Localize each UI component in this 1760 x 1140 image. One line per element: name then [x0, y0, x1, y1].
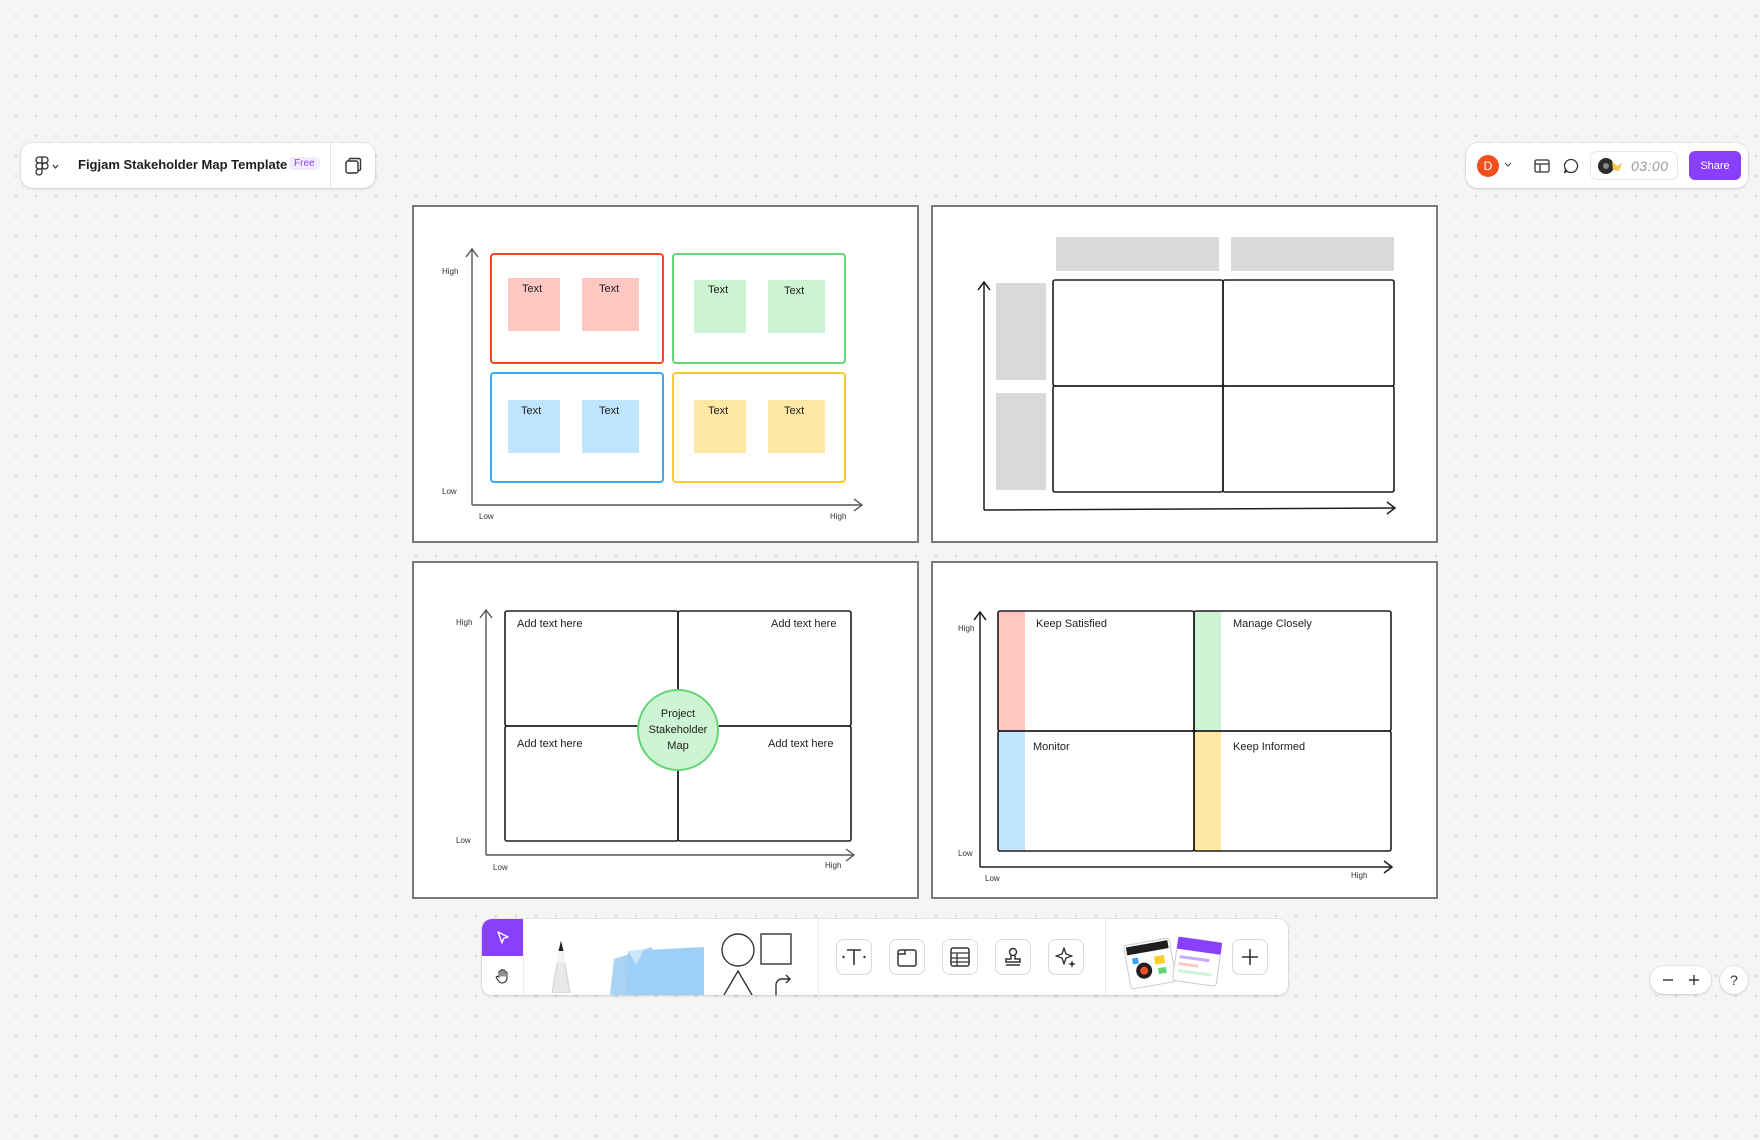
labeled-quadrants-diagram — [973, 610, 1394, 874]
section-tool[interactable] — [889, 939, 925, 975]
divider — [330, 143, 331, 188]
cursor-icon — [496, 930, 509, 944]
row-header-placeholder — [996, 393, 1046, 490]
plan-badge: Free — [289, 157, 320, 170]
circle-label[interactable]: Project Stakeholder Map — [639, 706, 717, 754]
blue-band — [998, 731, 1025, 851]
y-axis-low-label: Low — [456, 836, 471, 845]
x-axis-low-label: Low — [479, 512, 494, 521]
table-icon — [950, 947, 970, 967]
sticky-text[interactable]: Text — [599, 283, 619, 295]
template-frame-blank-grid[interactable] — [931, 205, 1438, 543]
green-band — [1194, 611, 1221, 730]
chevron-down-icon[interactable] — [1503, 159, 1513, 171]
column-header-placeholder — [1056, 237, 1219, 271]
figma-logo-icon — [35, 156, 49, 176]
y-axis-high-label: High — [442, 267, 459, 276]
table-tool[interactable] — [942, 939, 978, 975]
sticky-text[interactable]: Text — [784, 405, 804, 417]
text-icon — [842, 949, 866, 965]
pages-icon[interactable] — [342, 155, 364, 177]
quadrant-title[interactable]: Manage Closely — [1233, 618, 1312, 630]
hand-icon — [495, 968, 508, 984]
blank-grid-diagram — [977, 237, 1397, 515]
quadrant-title[interactable]: Keep Informed — [1233, 741, 1305, 753]
quadrant-text[interactable]: Add text here — [768, 738, 833, 750]
timer-button[interactable]: 03:00 — [1590, 151, 1678, 180]
x-axis-high-label: High — [830, 512, 847, 521]
chevron-down-icon — [52, 164, 59, 169]
avatar[interactable]: D — [1477, 155, 1499, 177]
sticky-text[interactable]: Text — [521, 405, 541, 417]
share-button[interactable]: Share — [1689, 151, 1741, 180]
move-tools — [482, 919, 524, 995]
text-tool[interactable] — [836, 939, 872, 975]
quadrant-text[interactable]: Add text here — [771, 618, 836, 630]
y-axis-high-label: High — [456, 618, 473, 627]
x-axis-low-label: Low — [493, 863, 508, 872]
x-axis-high-label: High — [825, 861, 842, 870]
quadrant-title[interactable]: Keep Satisfied — [1036, 618, 1107, 630]
row-header-placeholder — [996, 283, 1046, 380]
sticky-text[interactable]: Text — [599, 405, 619, 417]
sticky-text[interactable]: Text — [708, 284, 728, 296]
red-band — [998, 611, 1025, 730]
file-toolbar: Figjam Stakeholder Map Template Free — [21, 143, 375, 188]
circle-label-line: Project — [660, 708, 696, 720]
ai-tool[interactable] — [1048, 939, 1084, 975]
sticky-text[interactable]: Text — [522, 283, 542, 295]
pencil-tool[interactable] — [542, 933, 580, 993]
main-menu-button[interactable] — [35, 155, 75, 177]
sparkle-icon — [1055, 947, 1076, 968]
music-icon — [1598, 158, 1622, 174]
grid-axes-diagram — [465, 247, 864, 512]
select-tool[interactable] — [482, 919, 523, 956]
divider — [818, 919, 819, 995]
layout-icon[interactable] — [1532, 156, 1552, 176]
more-tool[interactable] — [1232, 939, 1268, 975]
zoom-in-button[interactable] — [1684, 970, 1704, 990]
y-axis-low-label: Low — [442, 487, 457, 496]
creation-toolbar — [482, 919, 1288, 995]
quadrant-text[interactable]: Add text here — [517, 618, 582, 630]
quadrant-text[interactable]: Add text here — [517, 738, 582, 750]
help-button[interactable]: ? — [1720, 966, 1748, 994]
zoom-controls — [1650, 966, 1711, 994]
template-frame-center-circle[interactable]: High Low Low High Add text here Add text… — [412, 561, 919, 899]
timer-value: 03:00 — [1631, 158, 1669, 174]
sticky-text[interactable]: Text — [708, 405, 728, 417]
column-header-placeholder — [1231, 237, 1394, 271]
templates-tool[interactable] — [1123, 933, 1223, 991]
shapes-tool[interactable] — [720, 933, 796, 995]
template-frame-grid-stickies[interactable]: High Low Low High Text Text Text Text Te… — [412, 205, 919, 543]
file-title[interactable]: Figjam Stakeholder Map Template — [78, 157, 287, 172]
sticky-text[interactable]: Text — [784, 285, 804, 297]
stamp-tool[interactable] — [995, 939, 1031, 975]
template-frame-labeled-quadrants[interactable]: High Low Low High Keep Satisfied Manage … — [931, 561, 1438, 899]
quadrant-title[interactable]: Monitor — [1033, 741, 1070, 753]
sticky-note-tool[interactable] — [606, 933, 706, 995]
comment-icon[interactable] — [1561, 156, 1581, 176]
circle-label-line: Map — [667, 740, 689, 752]
zoom-out-button[interactable] — [1658, 970, 1678, 990]
y-axis-low-label: Low — [958, 849, 973, 858]
collaboration-toolbar: D 03:00 Share — [1466, 143, 1748, 188]
circle-label-line: Stakeholder — [648, 724, 708, 736]
y-axis-high-label: High — [958, 624, 975, 633]
hand-tool[interactable] — [482, 956, 523, 995]
stamp-icon — [1005, 947, 1021, 966]
yellow-band — [1194, 731, 1221, 851]
plus-icon — [1242, 949, 1258, 965]
x-axis-low-label: Low — [985, 874, 1000, 883]
x-axis-high-label: High — [1351, 871, 1368, 880]
section-icon — [897, 949, 917, 967]
divider — [1105, 919, 1106, 995]
